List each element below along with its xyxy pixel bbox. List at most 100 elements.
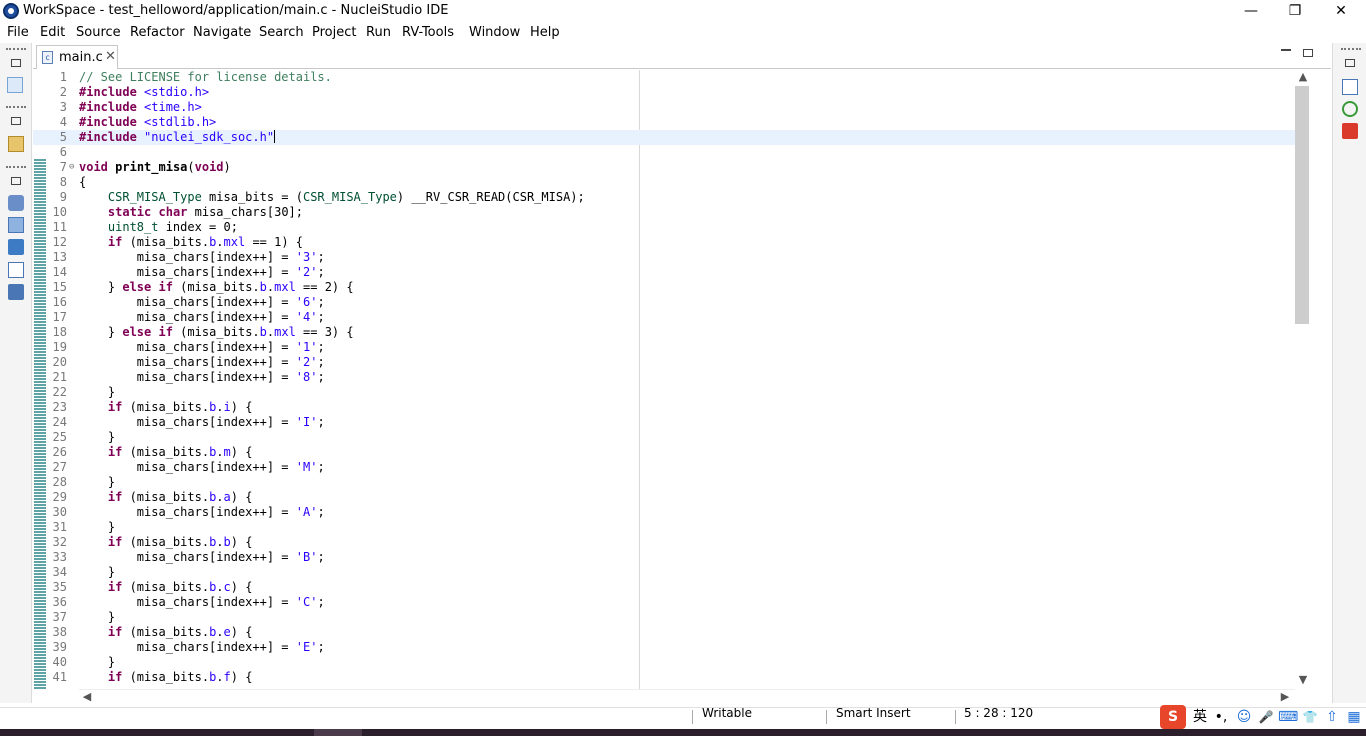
table-icon[interactable] xyxy=(8,262,24,278)
code-line[interactable]: 30 misa_chars[index++] = 'A'; xyxy=(33,505,1295,520)
code-line[interactable]: 25 } xyxy=(33,430,1295,445)
code-line[interactable]: 39 misa_chars[index++] = 'E'; xyxy=(33,640,1295,655)
menu-project[interactable]: Project xyxy=(312,25,356,40)
code-line[interactable]: 15 } else if (misa_bits.b.mxl == 2) { xyxy=(33,280,1295,295)
variables-icon[interactable] xyxy=(8,217,24,233)
code-line[interactable]: 27 misa_chars[index++] = 'M'; xyxy=(33,460,1295,475)
menu-run[interactable]: Run xyxy=(366,25,391,40)
code-line[interactable]: 40 } xyxy=(33,655,1295,670)
menu-search[interactable]: Search xyxy=(259,25,304,40)
code-line[interactable]: 36 misa_chars[index++] = 'C'; xyxy=(33,595,1295,610)
ime-keyboard-icon[interactable]: ⌨ xyxy=(1278,705,1298,729)
minimize-editor-button[interactable] xyxy=(1281,49,1291,57)
code-editor[interactable]: 1 // See LICENSE for license details. 2 #in… xyxy=(33,70,1310,689)
code-line[interactable]: 9 CSR_MISA_Type misa_bits = (CSR_MISA_Ty… xyxy=(33,190,1295,205)
code-line[interactable]: 32 if (misa_bits.b.b) { xyxy=(33,535,1295,550)
code-line[interactable]: 18 } else if (misa_bits.b.mxl == 3) { xyxy=(33,325,1295,340)
code-text: if (misa_bits.b.a) { xyxy=(107,490,253,504)
code-line[interactable]: 29 if (misa_bits.b.a) { xyxy=(33,490,1295,505)
scroll-down-icon[interactable]: ▼ xyxy=(1295,673,1311,686)
build-targets-icon[interactable] xyxy=(1342,101,1358,117)
ime-voice-icon[interactable]: 🎤 xyxy=(1256,705,1276,729)
tab-main-c[interactable]: c main.c ✕ xyxy=(36,45,118,69)
code-line[interactable]: 37 } xyxy=(33,610,1295,625)
code-line[interactable]: 33 misa_chars[index++] = 'B'; xyxy=(33,550,1295,565)
ime-language-toggle[interactable]: 英 xyxy=(1190,705,1210,729)
drag-handle[interactable] xyxy=(1341,48,1361,52)
code-line[interactable]: 26 if (misa_bits.b.m) { xyxy=(33,445,1295,460)
menu-rv-tools[interactable]: RV-Tools xyxy=(402,25,454,40)
ime-upload-icon[interactable]: ⇧ xyxy=(1322,705,1342,729)
project-explorer-icon[interactable] xyxy=(7,77,23,93)
code-line[interactable]: 10 static char misa_chars[30]; xyxy=(33,205,1295,220)
code-line[interactable]: 28 } xyxy=(33,475,1295,490)
code-line[interactable]: 5 #include "nuclei_sdk_soc.h" xyxy=(33,130,1295,145)
close-button[interactable]: ✕ xyxy=(1318,0,1364,22)
code-line[interactable]: 2 #include <stdio.h> xyxy=(33,85,1295,100)
code-line[interactable]: 20 misa_chars[index++] = '2'; xyxy=(33,355,1295,370)
code-line[interactable]: 3 #include <time.h> xyxy=(33,100,1295,115)
scroll-thumb[interactable] xyxy=(1295,86,1309,324)
status-cursor-position[interactable]: 5 : 28 : 120 xyxy=(964,708,1033,721)
drag-handle[interactable] xyxy=(6,166,26,170)
code-line[interactable]: 41 if (misa_bits.b.f) { xyxy=(33,670,1295,685)
drag-handle[interactable] xyxy=(6,106,26,110)
menu-file[interactable]: File xyxy=(7,25,29,40)
restore-view-button[interactable] xyxy=(1345,59,1355,67)
package-icon[interactable] xyxy=(8,136,24,152)
drag-handle[interactable] xyxy=(6,48,26,52)
code-line[interactable]: 4 #include <stdlib.h> xyxy=(33,115,1295,130)
vertical-scrollbar[interactable]: ▲ ▼ xyxy=(1295,70,1311,689)
menu-window[interactable]: Window xyxy=(469,25,520,40)
code-line[interactable]: 1 // See LICENSE for license details. xyxy=(33,70,1295,85)
scroll-left-icon[interactable]: ◀ xyxy=(79,690,95,703)
code-line[interactable]: 24 misa_chars[index++] = 'I'; xyxy=(33,415,1295,430)
status-separator xyxy=(692,710,693,724)
debug-icon[interactable] xyxy=(8,195,24,211)
ime-skin-icon[interactable]: 👕 xyxy=(1300,705,1320,729)
menu-edit[interactable]: Edit xyxy=(40,25,65,40)
code-line[interactable]: 19 misa_chars[index++] = '1'; xyxy=(33,340,1295,355)
code-line[interactable]: 35 if (misa_bits.b.c) { xyxy=(33,580,1295,595)
fold-toggle-icon[interactable]: ⊖ xyxy=(69,160,79,175)
code-line[interactable]: 8{ xyxy=(33,175,1295,190)
tab-close-icon[interactable]: ✕ xyxy=(105,49,116,64)
code-line[interactable]: 11 uint8_t index = 0; xyxy=(33,220,1295,235)
restore-view-button[interactable] xyxy=(11,177,21,185)
restore-view-button[interactable] xyxy=(11,117,21,125)
status-insert-mode[interactable]: Smart Insert xyxy=(836,708,911,721)
code-line[interactable]: 16 misa_chars[index++] = '6'; xyxy=(33,295,1295,310)
restore-button[interactable]: ❐ xyxy=(1272,0,1318,22)
code-line[interactable]: 14 misa_chars[index++] = '2'; xyxy=(33,265,1295,280)
horizontal-scrollbar[interactable]: ◀ ▶ xyxy=(79,689,1295,703)
outline-icon[interactable] xyxy=(1342,79,1358,95)
menu-help[interactable]: Help xyxy=(530,25,560,40)
menu-navigate[interactable]: Navigate xyxy=(193,25,251,40)
code-line[interactable]: 17 misa_chars[index++] = '4'; xyxy=(33,310,1295,325)
menu-source[interactable]: Source xyxy=(76,25,121,40)
code-line[interactable]: 23 if (misa_bits.b.i) { xyxy=(33,400,1295,415)
taskbar-app-button[interactable] xyxy=(314,729,362,736)
code-line[interactable]: 22 } xyxy=(33,385,1295,400)
code-line[interactable]: 12 if (misa_bits.b.mxl == 1) { xyxy=(33,235,1295,250)
code-line[interactable]: 6 xyxy=(33,145,1295,160)
code-line[interactable]: 38 if (misa_bits.b.e) { xyxy=(33,625,1295,640)
code-line[interactable]: 7 ⊖ void print_misa(void) xyxy=(33,160,1295,175)
ime-emoji-icon[interactable]: ☺ xyxy=(1234,705,1254,729)
maximize-editor-button[interactable] xyxy=(1303,49,1313,57)
code-line[interactable]: 34 } xyxy=(33,565,1295,580)
terminal-icon[interactable] xyxy=(8,284,24,300)
sogou-ime-icon[interactable]: S xyxy=(1160,705,1186,729)
code-line[interactable]: 31 } xyxy=(33,520,1295,535)
code-line[interactable]: 21 misa_chars[index++] = '8'; xyxy=(33,370,1295,385)
menu-refactor[interactable]: Refactor xyxy=(130,25,185,40)
restore-view-button[interactable] xyxy=(11,59,21,67)
minimize-button[interactable]: — xyxy=(1228,0,1274,22)
console-icon[interactable] xyxy=(8,239,24,255)
pdf-icon[interactable] xyxy=(1342,123,1358,139)
ime-punctuation-icon[interactable]: •, xyxy=(1212,705,1230,729)
scroll-right-icon[interactable]: ▶ xyxy=(1277,690,1293,703)
code-line[interactable]: 13 misa_chars[index++] = '3'; xyxy=(33,250,1295,265)
ime-toolbox-icon[interactable]: ▦ xyxy=(1344,705,1364,729)
scroll-up-icon[interactable]: ▲ xyxy=(1295,70,1311,83)
